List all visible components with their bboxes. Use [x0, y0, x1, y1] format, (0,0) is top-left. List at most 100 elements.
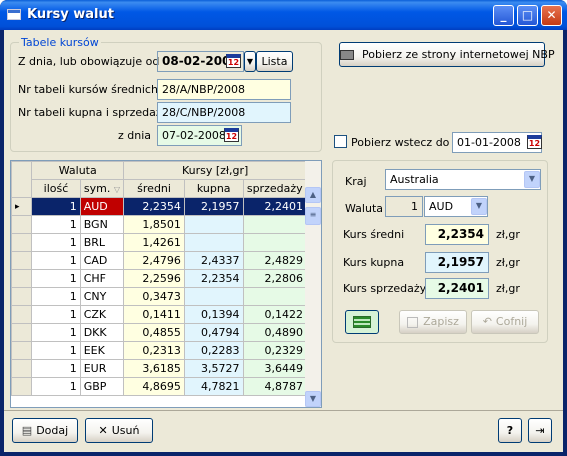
- table-row[interactable]: 1 BRL 1,4261: [11, 233, 307, 252]
- row-indicator[interactable]: [11, 305, 33, 324]
- date-dropdown-button[interactable]: ▼: [244, 51, 256, 72]
- cell-sym[interactable]: BGN: [79, 215, 125, 234]
- calendar-icon[interactable]: 12: [527, 135, 542, 149]
- buysell-table-field[interactable]: 28/C/NBP/2008: [157, 102, 291, 123]
- calendar-icon[interactable]: 12: [224, 128, 239, 142]
- cell-sell[interactable]: 2,2806: [242, 269, 307, 288]
- cell-sell[interactable]: 3,6449: [242, 359, 307, 378]
- cell-sell[interactable]: 4,8787: [242, 377, 307, 396]
- undo-button[interactable]: ↶ Cofnij: [471, 310, 539, 334]
- cell-avg[interactable]: 2,4796: [123, 251, 185, 270]
- cell-qty[interactable]: 1: [31, 251, 81, 270]
- cell-sell[interactable]: [242, 233, 307, 252]
- table-row[interactable]: 1 CHF 2,2596 2,2354 2,2806: [11, 269, 307, 288]
- row-indicator[interactable]: [11, 269, 33, 288]
- cell-buy[interactable]: 3,5727: [183, 359, 244, 378]
- cell-qty[interactable]: 1: [31, 305, 81, 324]
- table-row[interactable]: 1 CNY 0,3473: [11, 287, 307, 306]
- col-header-sell[interactable]: sprzedaży: [242, 179, 307, 198]
- cell-qty[interactable]: 1: [31, 233, 81, 252]
- cell-qty[interactable]: 1: [31, 323, 81, 342]
- row-indicator[interactable]: ▸: [11, 197, 33, 216]
- cell-avg[interactable]: 3,6185: [123, 359, 185, 378]
- cell-qty[interactable]: 1: [31, 197, 81, 216]
- help-button[interactable]: ?: [498, 418, 522, 443]
- scroll-down-arrow[interactable]: ▼: [305, 391, 321, 407]
- cell-buy[interactable]: 0,2283: [183, 341, 244, 360]
- cell-avg[interactable]: 0,3473: [123, 287, 185, 306]
- cell-sym[interactable]: AUD: [79, 197, 125, 216]
- scroll-thumb[interactable]: ≡: [305, 207, 321, 225]
- buy-rate-field[interactable]: 2,1957: [425, 252, 489, 273]
- fetch-back-checkbox[interactable]: [334, 135, 347, 148]
- cell-sym[interactable]: BRL: [79, 233, 125, 252]
- fetch-nbp-button[interactable]: Pobierz ze strony internetowej NBP: [339, 42, 555, 67]
- cell-qty[interactable]: 1: [31, 341, 81, 360]
- cell-qty[interactable]: 1: [31, 287, 81, 306]
- cell-sell[interactable]: 2,2401: [242, 197, 307, 216]
- save-button[interactable]: Zapisz: [399, 310, 467, 334]
- cell-sym[interactable]: CHF: [79, 269, 125, 288]
- scroll-up-arrow[interactable]: ▲: [305, 187, 321, 203]
- cell-avg[interactable]: 0,2313: [123, 341, 185, 360]
- row-indicator[interactable]: [11, 215, 33, 234]
- cell-avg[interactable]: 1,8501: [123, 215, 185, 234]
- cell-buy[interactable]: 4,7821: [183, 377, 244, 396]
- row-indicator[interactable]: [11, 287, 33, 306]
- table-row[interactable]: 1 DKK 0,4855 0,4794 0,4890: [11, 323, 307, 342]
- cell-qty[interactable]: 1: [31, 359, 81, 378]
- cell-sell[interactable]: 2,4829: [242, 251, 307, 270]
- cell-avg[interactable]: 2,2596: [123, 269, 185, 288]
- cell-qty[interactable]: 1: [31, 269, 81, 288]
- cell-avg[interactable]: 2,2354: [123, 197, 185, 216]
- table-view-button[interactable]: [345, 310, 379, 334]
- cell-buy[interactable]: [183, 287, 244, 306]
- cell-buy[interactable]: 2,1957: [183, 197, 244, 216]
- row-indicator[interactable]: [11, 359, 33, 378]
- cell-buy[interactable]: [183, 233, 244, 252]
- close-button[interactable]: ✕: [541, 5, 562, 26]
- cell-sell[interactable]: [242, 215, 307, 234]
- cell-buy[interactable]: 0,4794: [183, 323, 244, 342]
- remove-button[interactable]: ✕ Usuń: [85, 418, 153, 443]
- cell-sym[interactable]: CZK: [79, 305, 125, 324]
- currency-dropdown-arrow[interactable]: ▼: [471, 198, 487, 215]
- row-indicator[interactable]: [11, 377, 33, 396]
- rates-grid[interactable]: Waluta Kursy [zł,gr] ilość sym. ▽ średni…: [10, 160, 322, 408]
- row-indicator[interactable]: [11, 251, 33, 270]
- row-indicator[interactable]: [11, 323, 33, 342]
- calendar-icon[interactable]: 12: [226, 54, 241, 68]
- cell-avg[interactable]: 4,8695: [123, 377, 185, 396]
- row-indicator[interactable]: [11, 341, 33, 360]
- cell-sell[interactable]: [242, 287, 307, 306]
- cell-sym[interactable]: GBP: [79, 377, 125, 396]
- table-row[interactable]: 1 CAD 2,4796 2,4337 2,4829: [11, 251, 307, 270]
- table-row[interactable]: 1 EEK 0,2313 0,2283 0,2329: [11, 341, 307, 360]
- cell-avg[interactable]: 1,4261: [123, 233, 185, 252]
- cell-buy[interactable]: [183, 215, 244, 234]
- table-row[interactable]: 1 CZK 0,1411 0,1394 0,1422: [11, 305, 307, 324]
- table-row[interactable]: 1 EUR 3,6185 3,5727 3,6449: [11, 359, 307, 378]
- cell-sell[interactable]: 0,2329: [242, 341, 307, 360]
- minimize-button[interactable]: _: [493, 5, 514, 26]
- cell-sym[interactable]: DKK: [79, 323, 125, 342]
- cell-qty[interactable]: 1: [31, 215, 81, 234]
- list-button[interactable]: Lista: [256, 51, 293, 72]
- cell-avg[interactable]: 0,1411: [123, 305, 185, 324]
- row-indicator[interactable]: [11, 233, 33, 252]
- maximize-button[interactable]: □: [517, 5, 538, 26]
- cell-buy[interactable]: 2,2354: [183, 269, 244, 288]
- cell-sym[interactable]: EEK: [79, 341, 125, 360]
- col-header-buy[interactable]: kupna: [183, 179, 244, 198]
- cell-sell[interactable]: 0,1422: [242, 305, 307, 324]
- exit-button[interactable]: ⇥: [528, 418, 552, 443]
- cell-avg[interactable]: 0,4855: [123, 323, 185, 342]
- cell-sym[interactable]: CNY: [79, 287, 125, 306]
- add-button[interactable]: ▤ Dodaj: [12, 418, 78, 443]
- table-row[interactable]: 1 GBP 4,8695 4,7821 4,8787: [11, 377, 307, 396]
- cell-qty[interactable]: 1: [31, 377, 81, 396]
- cell-buy[interactable]: 2,4337: [183, 251, 244, 270]
- cell-buy[interactable]: 0,1394: [183, 305, 244, 324]
- cell-sell[interactable]: 0,4890: [242, 323, 307, 342]
- cell-sym[interactable]: EUR: [79, 359, 125, 378]
